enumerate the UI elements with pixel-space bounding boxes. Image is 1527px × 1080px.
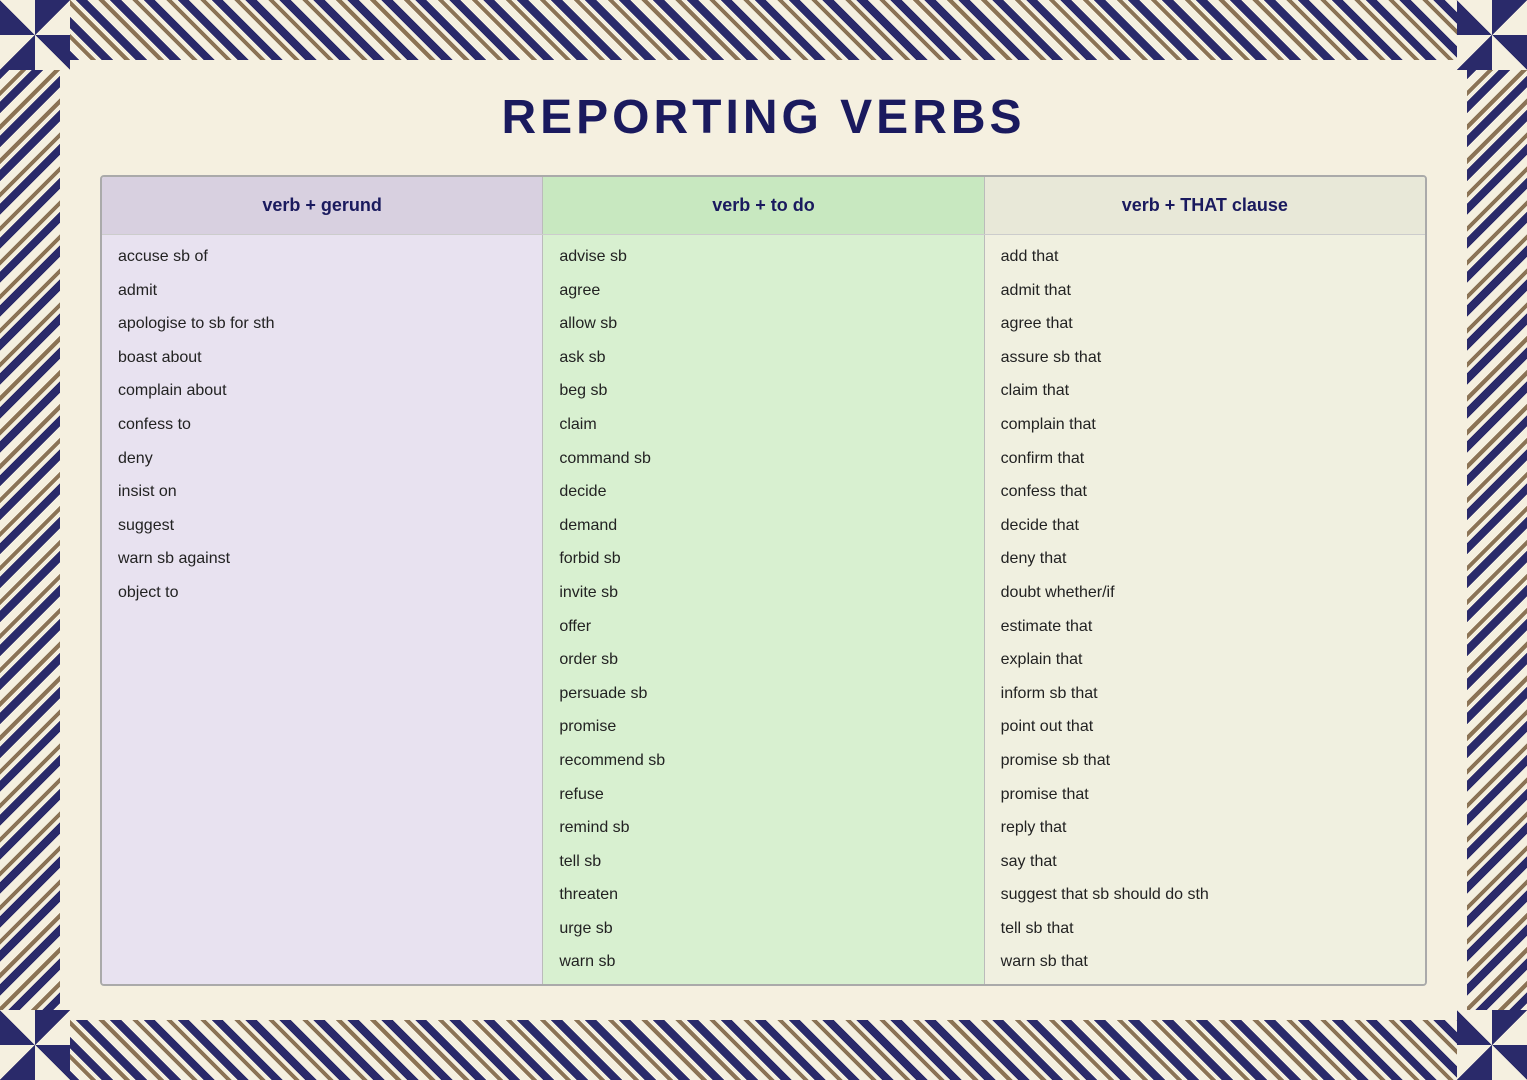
verb-item: demand <box>559 512 967 540</box>
verb-item: point out that <box>1001 713 1409 741</box>
verb-item: persuade sb <box>559 680 967 708</box>
verb-item: decide that <box>1001 512 1409 540</box>
verb-item: admit that <box>1001 277 1409 305</box>
verb-item: promise sb that <box>1001 747 1409 775</box>
border-right <box>1467 0 1527 1080</box>
verb-item: command sb <box>559 445 967 473</box>
col-gerund-body: accuse sb of admit apologise to sb for sth… <box>102 235 543 984</box>
border-left <box>0 0 60 1080</box>
verb-item: admit <box>118 277 526 305</box>
content-area: REPORTING VERBS verb + gerund verb + to … <box>60 60 1467 1020</box>
table-header: verb + gerund verb + to do verb + THAT c… <box>102 177 1425 234</box>
verb-item: agree <box>559 277 967 305</box>
verb-item: complain that <box>1001 411 1409 439</box>
header-that: verb + THAT clause <box>985 177 1425 234</box>
verb-item: object to <box>118 579 526 607</box>
verb-item: deny <box>118 445 526 473</box>
verb-item: warn sb against <box>118 545 526 573</box>
verb-item: complain about <box>118 377 526 405</box>
verb-item: tell sb <box>559 848 967 876</box>
verb-item: tell sb that <box>1001 915 1409 943</box>
border-bottom <box>0 1020 1527 1080</box>
verb-item: warn sb that <box>1001 948 1409 976</box>
verb-item: refuse <box>559 781 967 809</box>
verb-item: confess to <box>118 411 526 439</box>
verb-item: promise <box>559 713 967 741</box>
verb-item: invite sb <box>559 579 967 607</box>
corner-top-left <box>0 0 70 70</box>
corner-bottom-right <box>1457 1010 1527 1080</box>
verb-item: boast about <box>118 344 526 372</box>
verb-item: claim that <box>1001 377 1409 405</box>
verb-item: agree that <box>1001 310 1409 338</box>
verb-item: suggest that sb should do sth <box>1001 881 1409 909</box>
verb-item: urge sb <box>559 915 967 943</box>
corner-bottom-left <box>0 1010 70 1080</box>
header-gerund: verb + gerund <box>102 177 543 234</box>
verb-item: warn sb <box>559 948 967 976</box>
verb-item: explain that <box>1001 646 1409 674</box>
verb-item: estimate that <box>1001 613 1409 641</box>
verb-item: ask sb <box>559 344 967 372</box>
verb-item: advise sb <box>559 243 967 271</box>
verb-item: confess that <box>1001 478 1409 506</box>
col-todo-body: advise sb agree allow sb ask sb beg sb claim c… <box>543 235 984 984</box>
verb-item: suggest <box>118 512 526 540</box>
verb-item: confirm that <box>1001 445 1409 473</box>
verb-item: inform sb that <box>1001 680 1409 708</box>
col-that-body: add that admit that agree that assure sb th… <box>985 235 1425 984</box>
verb-item: claim <box>559 411 967 439</box>
verb-item: add that <box>1001 243 1409 271</box>
verb-item: forbid sb <box>559 545 967 573</box>
main-table: verb + gerund verb + to do verb + THAT c… <box>100 175 1427 986</box>
table-body: accuse sb of admit apologise to sb for sth… <box>102 234 1425 984</box>
corner-top-right <box>1457 0 1527 70</box>
verb-item: say that <box>1001 848 1409 876</box>
verb-item: allow sb <box>559 310 967 338</box>
verb-item: insist on <box>118 478 526 506</box>
border-top <box>0 0 1527 60</box>
verb-item: order sb <box>559 646 967 674</box>
verb-item: deny that <box>1001 545 1409 573</box>
header-todo: verb + to do <box>543 177 984 234</box>
verb-item: accuse sb of <box>118 243 526 271</box>
verb-item: threaten <box>559 881 967 909</box>
verb-item: assure sb that <box>1001 344 1409 372</box>
verb-item: promise that <box>1001 781 1409 809</box>
verb-item: remind sb <box>559 814 967 842</box>
verb-item: reply that <box>1001 814 1409 842</box>
verb-item: apologise to sb for sth <box>118 310 526 338</box>
verb-item: beg sb <box>559 377 967 405</box>
verb-item: recommend sb <box>559 747 967 775</box>
verb-item: doubt whether/if <box>1001 579 1409 607</box>
page-title: REPORTING VERBS <box>501 90 1025 145</box>
verb-item: offer <box>559 613 967 641</box>
verb-item: decide <box>559 478 967 506</box>
